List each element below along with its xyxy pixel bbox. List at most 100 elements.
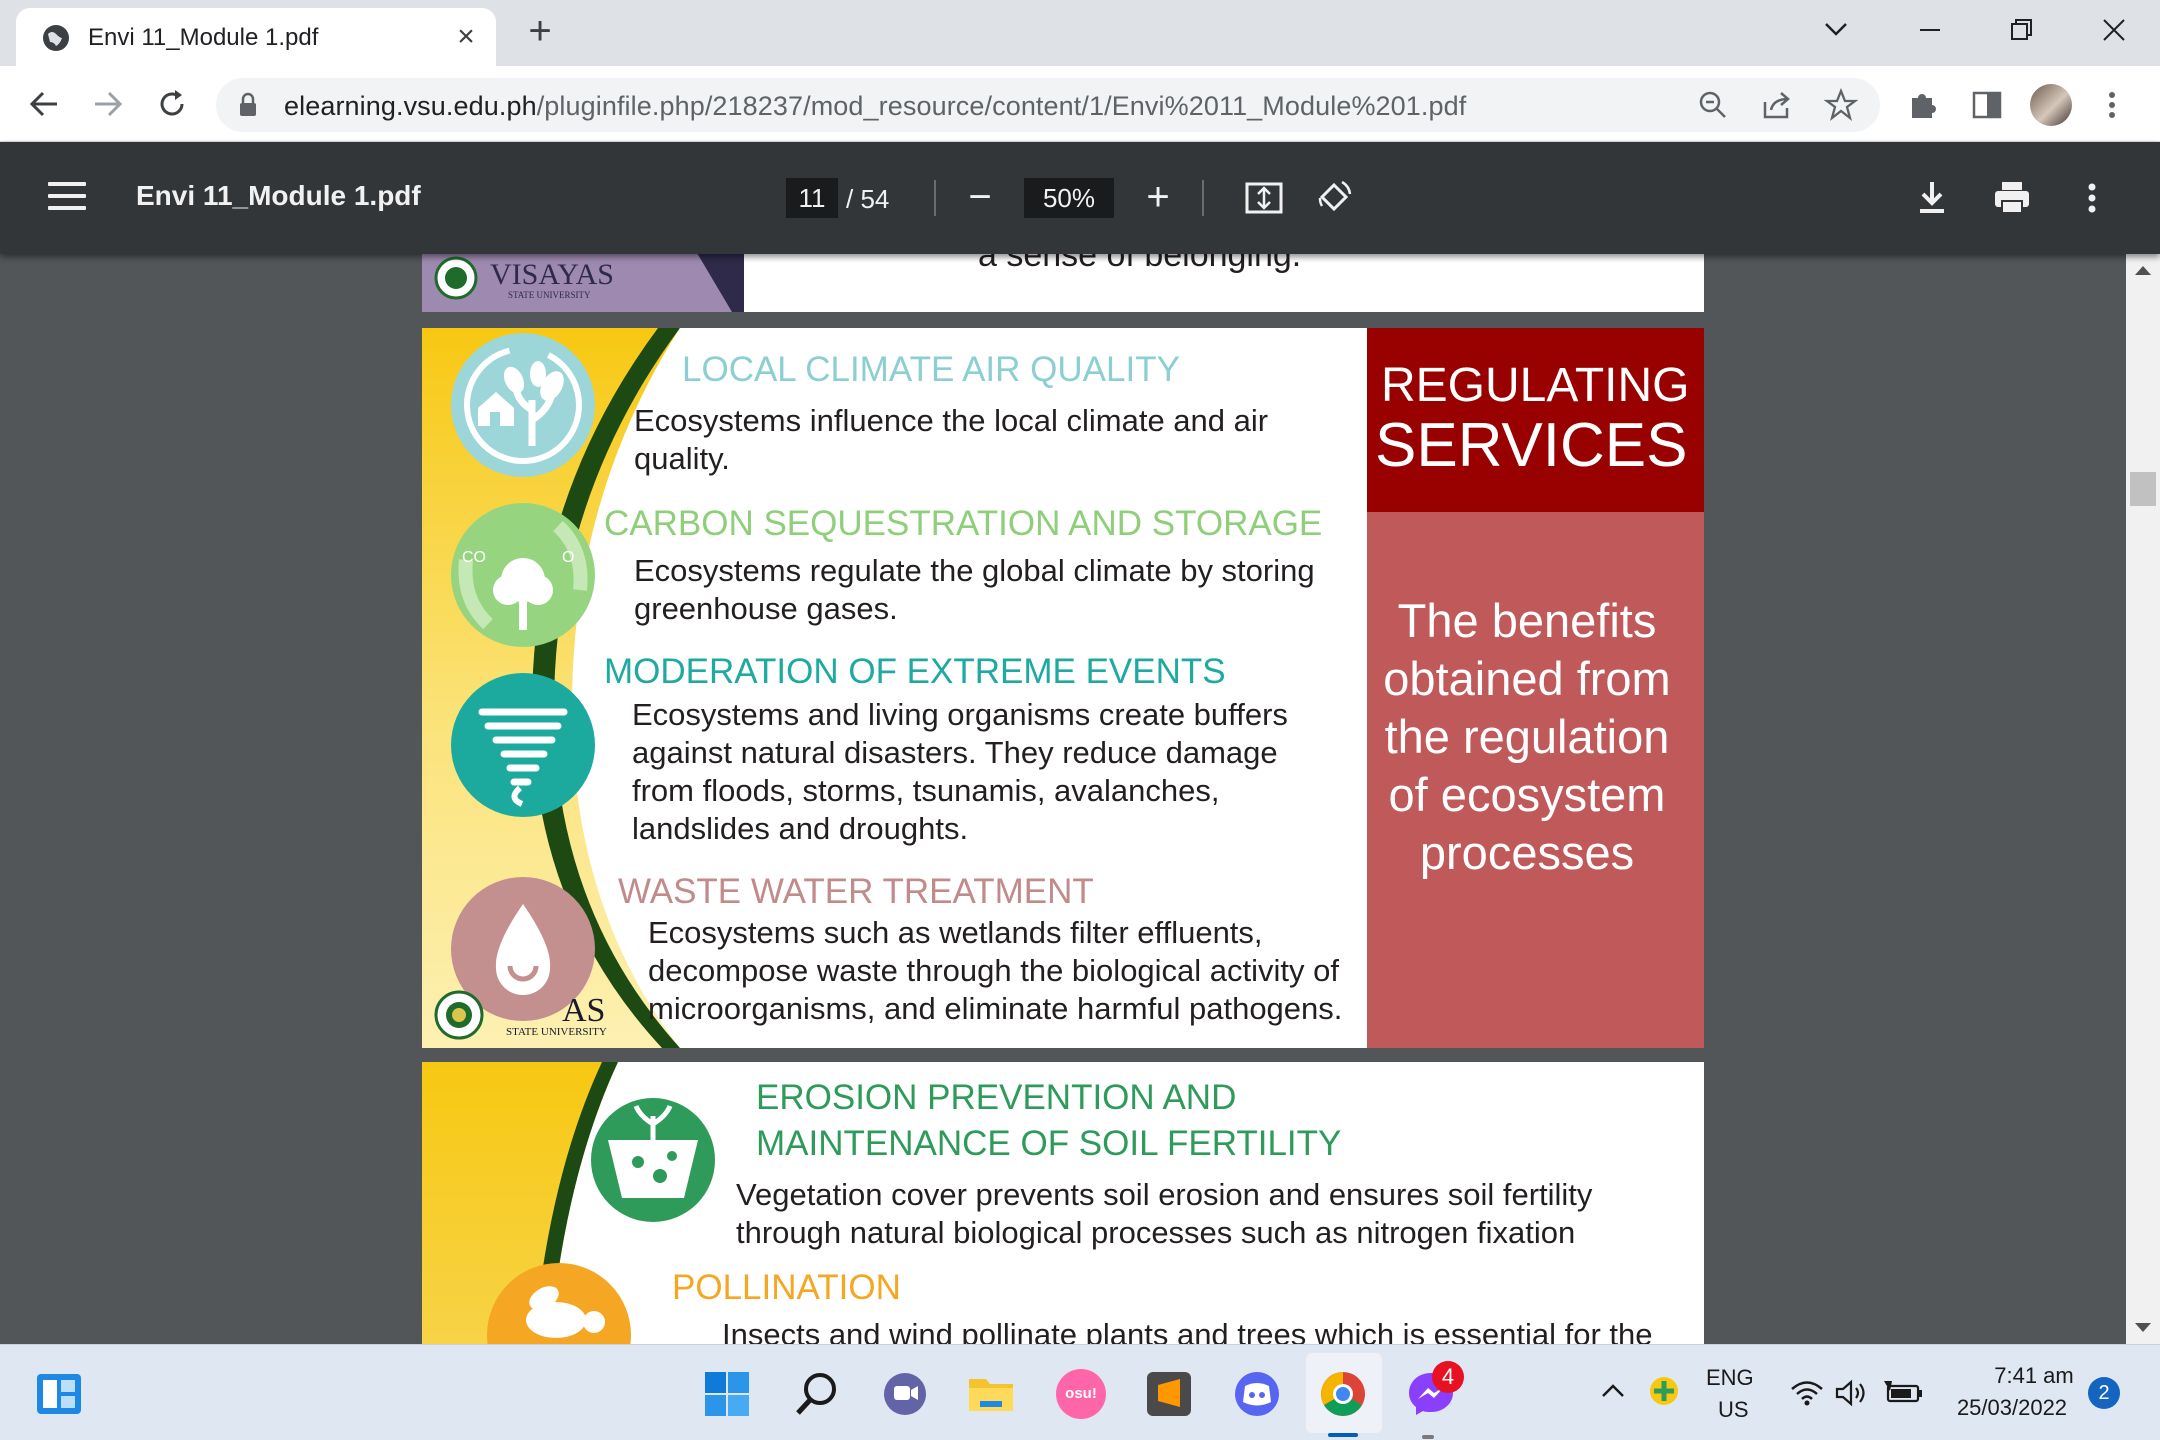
- university-logo-text: VISAYAS: [490, 258, 614, 291]
- o2-label: O: [562, 549, 574, 566]
- service-body-carbon: Ecosystems regulate the global climate b…: [634, 553, 1315, 626]
- wifi-icon[interactable]: [1790, 1379, 1824, 1407]
- regulating-services-description-box: The benefits obtained from the regulatio…: [1367, 512, 1704, 1048]
- browser-tab[interactable]: Envi 11_Module 1.pdf ×: [16, 8, 496, 66]
- active-app-indicator: [1328, 1433, 1358, 1437]
- next-slide: EROSION PREVENTION AND MAINTENANCE OF SO…: [422, 1062, 1704, 1344]
- side-title-line2: SERVICES: [1375, 411, 1688, 480]
- back-button[interactable]: [22, 82, 66, 126]
- minimize-button[interactable]: [1900, 8, 1960, 52]
- more-options-icon[interactable]: [2070, 176, 2114, 220]
- scrollbar-thumb[interactable]: [2130, 472, 2156, 506]
- globe-icon: [43, 25, 69, 51]
- reload-button[interactable]: [150, 82, 194, 126]
- download-icon[interactable]: [1910, 176, 1954, 220]
- chrome-icon[interactable]: [1318, 1369, 1368, 1419]
- new-tab-button[interactable]: +: [520, 11, 560, 52]
- vertical-scrollbar[interactable]: [2126, 254, 2160, 1344]
- toolbar-divider: [1202, 180, 1204, 216]
- side-panel-icon[interactable]: [1970, 88, 2004, 122]
- university-seal-icon: [434, 256, 478, 300]
- service-heading-waste-water: WASTE WATER TREATMENT: [618, 872, 1094, 911]
- university-seal-icon: [434, 990, 484, 1040]
- volume-icon[interactable]: [1834, 1379, 1868, 1407]
- osu-app-icon[interactable]: osu!: [1056, 1369, 1106, 1419]
- windows-taskbar: osu! 4 ENG US 7:41 am 25/03/2022 2: [0, 1344, 2160, 1440]
- forward-arrow-icon: [95, 91, 123, 117]
- rotate-icon[interactable]: [1312, 176, 1356, 220]
- window-close-button[interactable]: [2084, 8, 2144, 52]
- clock-time[interactable]: 7:41 am: [1994, 1363, 2074, 1389]
- restore-button[interactable]: [1992, 8, 2052, 52]
- side-title-line1: REGULATING: [1381, 359, 1690, 412]
- url-text: elearning.vsu.edu.ph/pluginfile.php/2182…: [284, 91, 1467, 121]
- notification-count-badge: 4: [1432, 1361, 1464, 1393]
- running-app-indicator: [1422, 1435, 1434, 1439]
- profile-avatar[interactable]: [2030, 84, 2072, 126]
- notification-center-badge[interactable]: 2: [2088, 1377, 2120, 1409]
- chevron-up-icon[interactable]: [1598, 1379, 1628, 1403]
- pdf-document-area[interactable]: VISAYAS STATE UNIVERSITY a sense of belo…: [0, 254, 2160, 1344]
- tornado-icon: [451, 673, 595, 817]
- sublime-text-icon[interactable]: [1144, 1369, 1194, 1419]
- service-body-waste-water: Ecosystems such as wetlands filter efflu…: [648, 915, 1343, 1026]
- service-body-air-quality: Ecosystems influence the local climate a…: [634, 403, 1269, 476]
- previous-slide: VISAYAS STATE UNIVERSITY a sense of belo…: [422, 254, 1704, 312]
- side-description: The benefits obtained from the regulatio…: [1383, 594, 1671, 879]
- share-icon[interactable]: [1760, 88, 1794, 122]
- tab-search-button[interactable]: [1806, 8, 1866, 52]
- scroll-up-arrow-icon[interactable]: [2135, 266, 2151, 275]
- fit-page-icon[interactable]: [1242, 176, 1286, 220]
- address-bar[interactable]: elearning.vsu.edu.ph/pluginfile.php/2182…: [216, 78, 1880, 132]
- discord-icon[interactable]: [1232, 1369, 1282, 1419]
- service-heading-air-quality: LOCAL CLIMATE AIR QUALITY: [682, 350, 1180, 389]
- zoom-icon[interactable]: [1696, 88, 1730, 122]
- chrome-menu-icon[interactable]: [2104, 88, 2120, 122]
- forward-button[interactable]: [86, 82, 130, 126]
- tab-close-button[interactable]: ×: [448, 20, 484, 56]
- service-heading-carbon: CARBON SEQUESTRATION AND STORAGE: [604, 504, 1323, 543]
- regulating-services-title-box: REGULATING SERVICES: [1367, 328, 1704, 512]
- minimize-icon: [1920, 29, 1940, 31]
- scroll-down-arrow-icon[interactable]: [2135, 1323, 2151, 1332]
- pdf-document-title: Envi 11_Module 1.pdf: [136, 180, 421, 211]
- widgets-icon[interactable]: [34, 1369, 84, 1419]
- bookmark-star-icon[interactable]: [1824, 88, 1858, 122]
- service-body-pollination: Insects and wind pollinate plants and tr…: [722, 1317, 1653, 1344]
- back-arrow-icon: [29, 91, 57, 117]
- restore-icon: [2011, 19, 2032, 40]
- service-heading-erosion-line2: MAINTENANCE OF SOIL FERTILITY: [756, 1124, 1342, 1163]
- co2-label: CO: [462, 549, 486, 566]
- battery-charging-icon[interactable]: [1884, 1379, 1924, 1407]
- service-heading-extreme-events: MODERATION OF EXTREME EVENTS: [604, 652, 1226, 691]
- university-logo-subtext: STATE UNIVERSITY: [506, 1026, 607, 1038]
- slide-text: a sense of belonging.: [978, 254, 1302, 274]
- lock-icon: [240, 92, 256, 116]
- page-total: / 54: [846, 184, 890, 214]
- language-region: US: [1718, 1397, 1749, 1422]
- service-body-extreme-events: Ecosystems and living organisms create b…: [632, 697, 1288, 846]
- page-number-input[interactable]: 11: [786, 178, 838, 218]
- tab-strip: Envi 11_Module 1.pdf × +: [0, 0, 2160, 66]
- search-icon[interactable]: [792, 1369, 842, 1419]
- zoom-out-button[interactable]: −: [958, 176, 1002, 220]
- university-logo-subtext: STATE UNIVERSITY: [508, 290, 591, 300]
- pdf-menu-icon[interactable]: [48, 182, 86, 212]
- service-body-erosion: Vegetation cover prevents soil erosion a…: [736, 1177, 1593, 1250]
- language-indicator[interactable]: ENG: [1706, 1365, 1754, 1391]
- tray-app-icon[interactable]: [1648, 1375, 1680, 1407]
- pdf-toolbar: Envi 11_Module 1.pdf 11 / 54 − 50% +: [0, 142, 2160, 254]
- regulating-services-slide: CO O AS STATE UNIVERSITY LOCAL CLIMATE A…: [422, 328, 1704, 1048]
- file-explorer-icon[interactable]: [966, 1369, 1016, 1419]
- university-logo-text: AS: [562, 992, 606, 1029]
- teams-chat-icon[interactable]: [880, 1369, 930, 1419]
- extensions-puzzle-icon[interactable]: [1906, 88, 1940, 122]
- print-icon[interactable]: [1990, 176, 2034, 220]
- zoom-level-input[interactable]: 50%: [1024, 178, 1114, 218]
- reload-icon: [160, 90, 184, 116]
- clock-date[interactable]: 25/03/2022: [1950, 1395, 2074, 1421]
- tab-title: Envi 11_Module 1.pdf: [88, 24, 319, 51]
- zoom-in-button[interactable]: +: [1136, 176, 1180, 220]
- co2-tree-icon: CO O: [451, 503, 595, 647]
- start-windows-icon[interactable]: [702, 1369, 752, 1419]
